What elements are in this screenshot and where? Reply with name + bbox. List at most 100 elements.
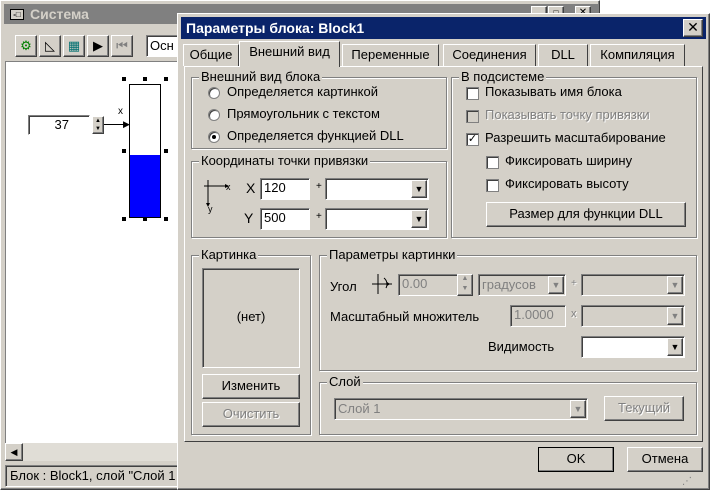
selection-handle[interactable] (143, 77, 147, 81)
change-picture-button[interactable]: Изменить (202, 374, 300, 399)
resize-grip-icon[interactable]: ⋰ (592, 476, 692, 487)
close-glyph: ✕ (687, 19, 699, 35)
show-name-checkbox[interactable] (466, 87, 479, 100)
clear-picture-button[interactable]: Очистить (202, 402, 300, 427)
rotation-icon (372, 274, 392, 294)
block-value-spinner[interactable]: ▲ ▼ (92, 116, 104, 134)
scale-offset-combo[interactable]: ▼ (581, 305, 685, 327)
fix-height-label[interactable]: Фиксировать высоту (505, 176, 629, 191)
angle-spinner[interactable]: ▲ ▼ (457, 274, 473, 296)
show-name-label[interactable]: Показывать имя блока (485, 84, 622, 99)
radio-by-picture-label[interactable]: Определяется картинкой (227, 84, 378, 99)
layer-group-title: Слой (327, 374, 363, 389)
cancel-label: Отмена (641, 451, 689, 466)
anchor-group: Координаты точки привязки x y X 120 + ▼ … (191, 153, 447, 238)
chevron-down-icon[interactable]: ▼ (667, 276, 683, 294)
radio-by-dll[interactable] (208, 131, 220, 143)
layer-value: Слой 1 (338, 401, 381, 416)
chevron-down-icon[interactable]: ▼ (548, 276, 564, 294)
anchor-y-value: 500 (264, 210, 286, 225)
change-picture-label: Изменить (221, 378, 281, 393)
close-icon[interactable]: ✕ (683, 19, 703, 37)
scroll-left-icon[interactable]: ◀ (5, 443, 23, 461)
dll-size-button[interactable]: Размер для функции DLL (486, 202, 686, 227)
radio-rect-text-label[interactable]: Прямоугольник с текстом (227, 106, 380, 121)
selection-handle[interactable] (122, 77, 126, 81)
picture-group-title: Картинка (199, 247, 259, 262)
picture-params-group: Параметры картинки Угол 0.00 ▲ ▼ градусов… (319, 247, 697, 371)
visibility-label: Видимость (488, 339, 555, 354)
play-icon[interactable]: ▶ (87, 35, 109, 57)
calculator-icon[interactable]: ▦ (63, 35, 85, 57)
dialog-titlebar[interactable]: Параметры блока: Block1 ✕ (181, 17, 706, 39)
run-settings-icon[interactable]: ⚙ (15, 35, 37, 57)
angle-label: Угол (330, 279, 357, 294)
chevron-down-icon[interactable]: ▼ (667, 307, 683, 325)
layer-group: Слой Слой 1 ▼ Текущий (319, 374, 697, 435)
tab-appearance[interactable]: Внешний вид (239, 41, 340, 67)
chevron-down-icon[interactable]: ▼ (570, 400, 586, 418)
dialog-title: Параметры блока: Block1 (186, 20, 365, 36)
radio-by-picture[interactable] (208, 87, 220, 99)
selection-handle[interactable] (164, 149, 168, 153)
show-anchor-label[interactable]: Показывать точку привязки (485, 107, 650, 122)
anchor-y-input[interactable]: 500 (260, 208, 310, 230)
selection-handle[interactable] (122, 149, 126, 153)
angle-unit-combo[interactable]: градусов ▼ (478, 274, 566, 296)
ok-button[interactable]: OK (538, 447, 614, 472)
allow-scale-checkbox[interactable]: ✓ (466, 133, 479, 146)
anchor-group-title: Координаты точки привязки (199, 153, 371, 168)
angle-unit-value: градусов (482, 277, 536, 292)
mode-combo-text: Осн (150, 38, 174, 53)
angle-input[interactable]: 0.00 (398, 274, 458, 296)
selection-handle[interactable] (164, 217, 168, 221)
chevron-down-icon[interactable]: ▼ (667, 338, 683, 356)
fix-width-label[interactable]: Фиксировать ширину (505, 153, 632, 168)
rewind-icon[interactable]: ⏮ (111, 35, 133, 57)
tab-connections[interactable]: Соединения (443, 44, 536, 66)
scale-input[interactable]: 1.0000 (510, 305, 566, 327)
anchor-x-offset-combo[interactable]: ▼ (325, 178, 429, 200)
radio-by-dll-label[interactable]: Определяется функцией DLL (227, 128, 404, 143)
selection-handle[interactable] (164, 77, 168, 81)
show-anchor-checkbox[interactable] (466, 110, 479, 123)
visibility-combo[interactable]: ▼ (581, 336, 685, 358)
tab-dll[interactable]: DLL (538, 44, 588, 66)
anchor-y-offset-combo[interactable]: ▼ (325, 208, 429, 230)
system-menu-icon[interactable]: -□ (10, 9, 24, 20)
anchor-x-value: 120 (264, 180, 286, 195)
tab-compilation[interactable]: Компиляция (590, 44, 685, 66)
input-x-label: x (118, 106, 123, 117)
picture-preview-text: (нет) (236, 309, 266, 324)
indicator-block[interactable] (129, 84, 161, 218)
anchor-x-input[interactable]: 120 (260, 178, 310, 200)
ruler-icon[interactable]: ◺ (39, 35, 61, 57)
selection-handle[interactable] (143, 217, 147, 221)
current-layer-button[interactable]: Текущий (604, 396, 684, 421)
layer-combo[interactable]: Слой 1 ▼ (334, 398, 588, 420)
appearance-group-title: Внешний вид блока (199, 69, 323, 84)
fix-width-checkbox[interactable] (486, 156, 499, 169)
scale-value: 1.0000 (514, 307, 554, 322)
block-params-dialog: Параметры блока: Block1 ✕ Общие Внешний … (177, 13, 710, 490)
fix-height-checkbox[interactable] (486, 179, 499, 192)
angle-value: 0.00 (402, 276, 428, 291)
axis-y-label: y (208, 204, 213, 214)
angle-plus: + (571, 278, 577, 289)
angle-offset-combo[interactable]: ▼ (581, 274, 685, 296)
block-value: 37 (54, 117, 69, 132)
chevron-down-icon[interactable]: ▼ (411, 180, 427, 198)
tab-variables[interactable]: Переменные (342, 44, 439, 66)
cancel-button[interactable]: Отмена (627, 447, 703, 472)
picture-group: Картинка (нет) Изменить Очистить (191, 247, 311, 435)
anchor-x-plus: + (316, 181, 322, 192)
block-value-field[interactable]: 37 (28, 115, 90, 135)
allow-scale-label[interactable]: Разрешить масштабирование (485, 130, 666, 145)
chevron-down-icon[interactable]: ▼ (411, 210, 427, 228)
tab-label: Переменные (351, 47, 430, 62)
appearance-group: Внешний вид блока Определяется картинкой… (191, 69, 447, 149)
radio-rect-text[interactable] (208, 109, 220, 121)
picture-preview: (нет) (202, 268, 300, 368)
selection-handle[interactable] (122, 217, 126, 221)
tab-general[interactable]: Общие (183, 44, 239, 66)
